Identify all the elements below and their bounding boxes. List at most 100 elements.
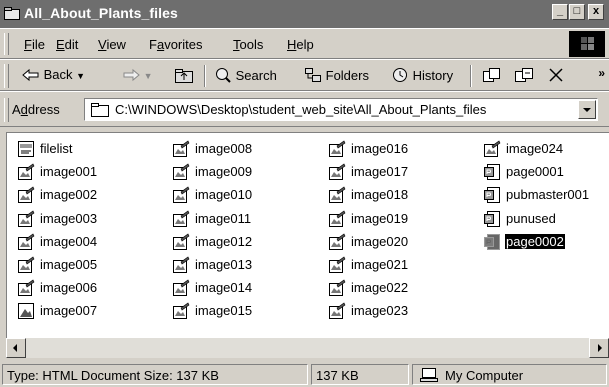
file-name: punused [506,211,556,226]
file-name: image006 [40,280,98,295]
horizontal-scrollbar[interactable] [6,338,609,358]
address-label-rest: dress [27,102,60,117]
search-button[interactable]: Search [214,67,277,83]
toolbar-grip[interactable] [4,64,9,88]
close-button[interactable]: x [588,4,604,20]
file-name: page0001 [506,164,564,179]
back-label: Back [43,67,73,82]
file-name: image019 [351,211,409,226]
file-name: image020 [351,234,409,249]
up-folder-icon [175,69,193,83]
minimize-button[interactable]: _ [552,4,568,20]
up-folder-button[interactable] [174,67,194,83]
file-name: image002 [40,187,98,202]
xml-file-icon [17,140,35,158]
file-name: image024 [506,141,564,156]
title-bar[interactable]: All_About_Plants_files _ □ x [0,0,609,28]
menu-tools-rest: ools [239,37,264,52]
menu-help[interactable]: Help [287,37,314,52]
publisher-file-icon [483,163,501,181]
file-name: image016 [351,141,409,156]
file-name: page0002 [504,233,566,250]
status-type-size: Type: HTML Document Size: 137 KB [2,364,308,385]
image-file-icon [172,140,190,158]
address-input[interactable]: C:\WINDOWS\Desktop\student_web_site\All_… [84,98,598,121]
delete-button[interactable] [548,67,564,83]
standard-toolbar: Back ▼ ▼ Search Folders History » [0,59,609,91]
scroll-left-button[interactable] [6,338,26,358]
windows-logo-icon [569,31,605,57]
image-file-icon [172,210,190,228]
file-name: image005 [40,257,98,272]
file-name: image010 [195,187,253,202]
menu-edit[interactable]: Edit [56,37,78,52]
history-label: History [412,68,454,83]
file-name: image011 [195,211,252,226]
publisher-file-icon [483,233,501,251]
explorer-window: All_About_Plants_files _ □ x File Edit V… [0,0,609,387]
status-bar: Type: HTML Document Size: 137 KB 137 KB … [0,362,609,387]
delete-x-icon [549,68,563,82]
toolbar-separator [204,65,206,87]
menu-favorites-rest: vorites [164,37,203,52]
image-file-icon [172,302,190,320]
maximize-button[interactable]: □ [569,4,585,20]
forward-arrow-icon [123,68,140,82]
move-to-icon [483,68,500,82]
file-name: image014 [195,280,253,295]
folders-button[interactable]: Folders [304,67,369,83]
address-bar: Address C:\WINDOWS\Desktop\student_web_s… [0,91,609,127]
menu-file-rest: ile [31,37,45,52]
status-zone-text: My Computer [445,368,524,383]
address-label: Address [12,102,60,117]
file-name: image018 [351,187,409,202]
folders-label: Folders [325,68,369,83]
back-button[interactable]: Back ▼ [22,67,85,82]
copy-to-button[interactable] [514,67,534,83]
image-file-icon [17,186,35,204]
toolbar-separator-2 [470,65,472,87]
publisher-file-icon [483,186,501,204]
publisher-file-icon [483,210,501,228]
image-file-icon [328,163,346,181]
back-arrow-icon [22,68,39,82]
address-grip[interactable] [4,98,9,122]
forward-button[interactable]: ▼ [122,67,153,82]
back-dropdown-icon[interactable]: ▼ [76,71,85,81]
image-file-icon [328,140,346,158]
image-file-icon [172,186,190,204]
menu-file[interactable]: File [24,37,45,52]
status-size: 137 KB [311,364,409,385]
status-zone: My Computer [412,364,607,385]
menu-grip[interactable] [4,33,9,55]
menu-view-rest: iew [106,37,126,52]
history-button[interactable]: History [391,67,453,83]
image-file-icon [328,210,346,228]
scroll-right-button[interactable] [589,338,609,358]
my-computer-icon [420,368,438,382]
image-file-icon [17,163,35,181]
file-name: image013 [195,257,253,272]
image-file-icon [328,256,346,274]
menu-favorites[interactable]: Favorites [149,37,202,52]
menu-edit-rest: dit [64,37,79,52]
file-name: image017 [351,164,409,179]
file-name: image022 [351,280,409,295]
image-file-icon [172,163,190,181]
file-name: image023 [351,303,409,318]
image-file-icon [328,302,346,320]
file-name: image003 [40,211,98,226]
folder-icon [91,103,109,117]
menu-tools[interactable]: Tools [233,37,263,52]
file-name: image004 [40,234,98,249]
file-list-view[interactable]: filelist image001 image002 image003 image004… [6,132,609,338]
file-name: image007 [40,303,98,318]
image-file-icon [328,186,346,204]
file-name: image009 [195,164,253,179]
menu-view[interactable]: View [98,37,126,52]
toolbar-more-button[interactable]: » [598,66,605,80]
forward-dropdown-icon[interactable]: ▼ [144,71,153,81]
address-dropdown-button[interactable] [578,100,596,119]
move-to-button[interactable] [482,67,502,83]
status-size-text: 137 KB [316,368,359,383]
